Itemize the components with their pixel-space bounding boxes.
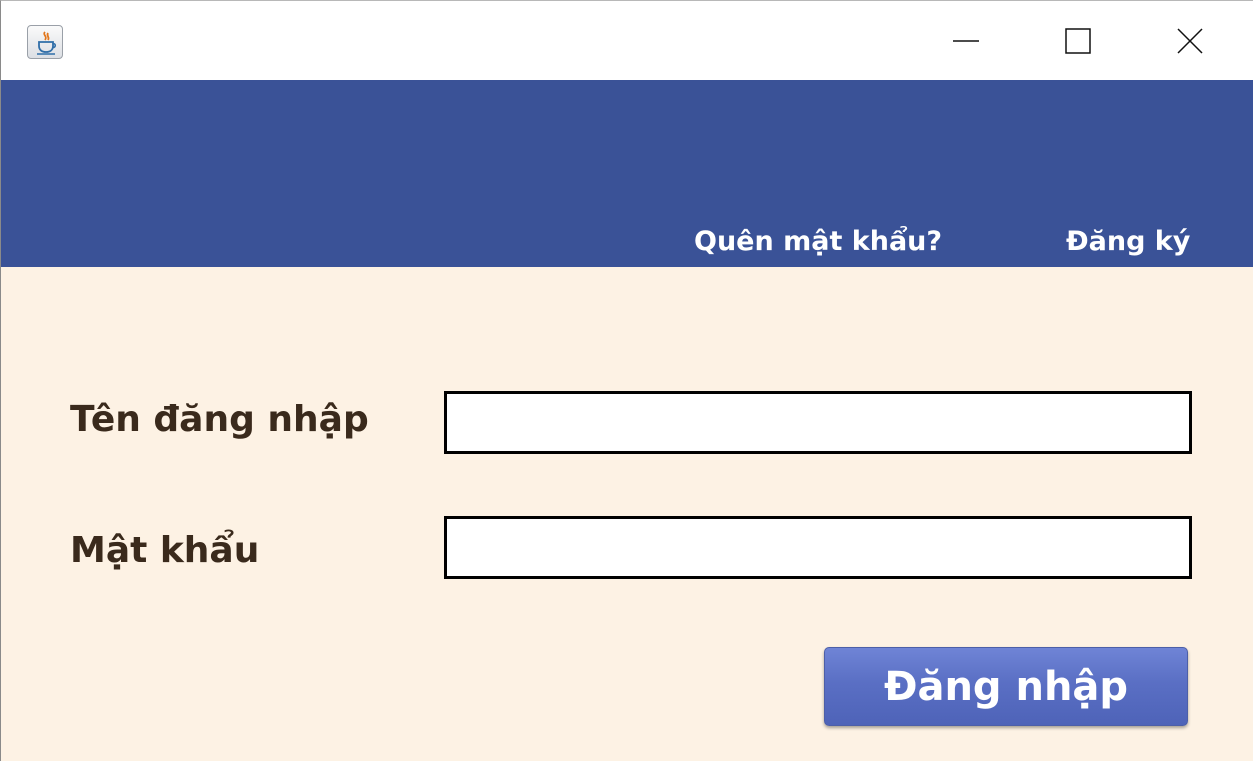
maximize-button[interactable] (1030, 1, 1126, 80)
password-label: Mật khẩu (70, 530, 260, 571)
password-input[interactable] (444, 516, 1192, 579)
register-link[interactable]: Đăng ký (1066, 226, 1190, 257)
java-coffee-cup-icon[interactable] (27, 25, 63, 59)
close-icon (1177, 27, 1203, 54)
minimize-button[interactable] (918, 1, 1014, 80)
maximize-icon (1065, 27, 1091, 54)
username-input[interactable] (444, 391, 1192, 454)
close-button[interactable] (1142, 1, 1238, 80)
login-button[interactable]: Đăng nhập (824, 647, 1188, 726)
window-titlebar[interactable] (1, 1, 1253, 80)
header-banner: Quên mật khẩu? Đăng ký (1, 80, 1253, 267)
minimize-icon (953, 39, 979, 42)
forgot-password-link[interactable]: Quên mật khẩu? (694, 226, 942, 257)
username-label: Tên đăng nhập (70, 399, 369, 440)
login-window: Quên mật khẩu? Đăng ký Tên đăng nhập Mật… (0, 0, 1253, 761)
